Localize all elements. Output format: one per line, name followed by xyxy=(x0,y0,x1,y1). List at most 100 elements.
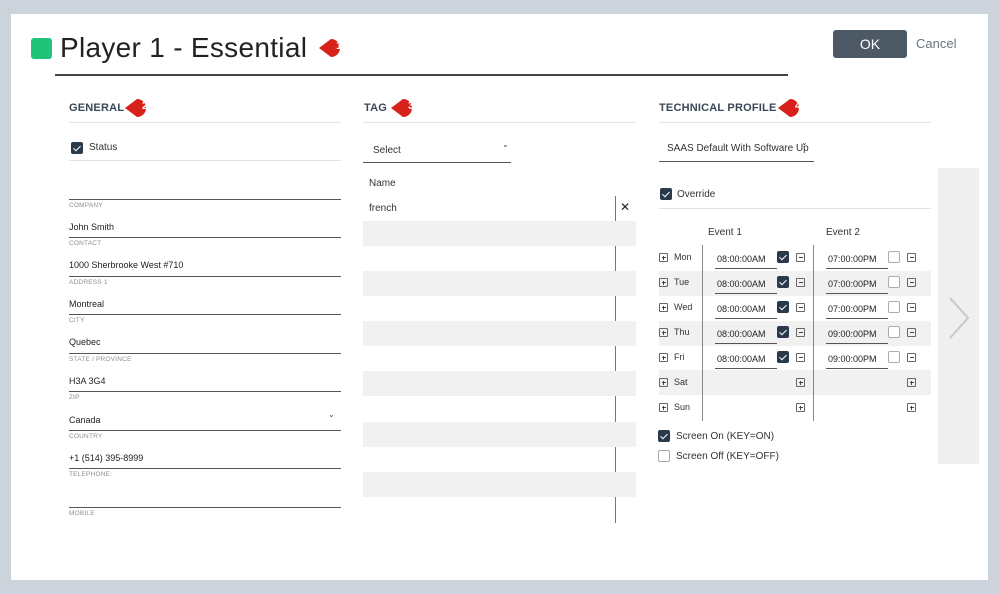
minus-square-icon[interactable] xyxy=(796,303,805,312)
event1-checkbox[interactable] xyxy=(777,301,789,313)
minus-square-icon[interactable] xyxy=(796,353,805,362)
callout-marker-3: 3 xyxy=(391,97,421,119)
plus-square-icon[interactable] xyxy=(659,378,668,387)
schedule-day: Sun xyxy=(674,402,691,412)
close-icon[interactable]: ✕ xyxy=(620,200,630,214)
chevron-down-icon[interactable]: ⌄ xyxy=(502,140,509,149)
chevron-down-icon[interactable]: ⌄ xyxy=(328,410,335,419)
address-label: ADDRESS 1 xyxy=(69,279,108,286)
event2-header: Event 2 xyxy=(826,227,860,238)
event1-time[interactable]: 08:00:00AM xyxy=(717,279,766,289)
event2-checkbox[interactable] xyxy=(888,251,900,263)
event1-checkbox[interactable] xyxy=(777,351,789,363)
contact-label: CONTACT xyxy=(69,240,102,247)
country-select[interactable]: Canada xyxy=(69,415,101,425)
event2-time[interactable]: 09:00:00PM xyxy=(828,329,877,339)
chevron-right-icon[interactable] xyxy=(946,294,972,342)
event2-checkbox[interactable] xyxy=(888,276,900,288)
country-label: COUNTRY xyxy=(69,433,103,440)
screen-on-checkbox[interactable] xyxy=(658,430,670,442)
city-field[interactable]: Montreal xyxy=(69,299,104,309)
event2-time[interactable]: 07:00:00PM xyxy=(828,279,877,289)
table-row xyxy=(363,422,636,447)
screen-off-checkbox[interactable] xyxy=(658,450,670,462)
state-label: STATE / PROVINCE xyxy=(69,356,132,363)
event1-checkbox[interactable] xyxy=(777,276,789,288)
section-title-general: GENERAL xyxy=(69,102,125,114)
callout-marker-2: 2 xyxy=(125,97,155,119)
city-underline xyxy=(69,314,341,315)
plus-square-icon[interactable] xyxy=(659,253,668,262)
schedule-day: Tue xyxy=(674,277,690,287)
country-underline xyxy=(69,430,341,431)
schedule-divider xyxy=(813,245,814,421)
tag-select[interactable]: Select xyxy=(373,145,401,156)
minus-square-icon[interactable] xyxy=(907,303,916,312)
mobile-label: MOBILE xyxy=(69,510,95,517)
plus-square-icon[interactable] xyxy=(796,403,805,412)
override-checkbox[interactable] xyxy=(660,188,672,200)
plus-square-icon[interactable] xyxy=(796,378,805,387)
time-underline xyxy=(826,318,888,319)
event1-time[interactable]: 08:00:00AM xyxy=(717,329,766,339)
event2-checkbox[interactable] xyxy=(888,326,900,338)
profile-select[interactable]: SAAS Default With Software Upd xyxy=(667,143,809,154)
minus-square-icon[interactable] xyxy=(907,253,916,262)
override-label: Override xyxy=(677,189,716,200)
event1-time[interactable]: 08:00:00AM xyxy=(717,304,766,314)
address-field[interactable]: 1000 Sherbrooke West #710 xyxy=(69,260,183,270)
chevron-down-icon[interactable]: ⌄ xyxy=(801,138,808,147)
event2-checkbox[interactable] xyxy=(888,351,900,363)
event1-time[interactable]: 08:00:00AM xyxy=(717,254,766,264)
event2-time[interactable]: 07:00:00PM xyxy=(828,304,877,314)
schedule-day: Fri xyxy=(674,352,685,362)
time-underline xyxy=(715,343,777,344)
dialog-header: Player 1 - Essential xyxy=(31,32,307,64)
time-underline xyxy=(715,293,777,294)
page-title: Player 1 - Essential xyxy=(60,32,308,63)
event1-checkbox[interactable] xyxy=(777,326,789,338)
event2-time[interactable]: 07:00:00PM xyxy=(828,254,877,264)
plus-square-icon[interactable] xyxy=(659,278,668,287)
minus-square-icon[interactable] xyxy=(796,328,805,337)
state-underline xyxy=(69,353,341,354)
divider xyxy=(659,208,931,209)
contact-field[interactable]: John Smith xyxy=(69,222,114,232)
time-underline xyxy=(826,293,888,294)
schedule-day: Sat xyxy=(674,377,688,387)
plus-square-icon[interactable] xyxy=(907,378,916,387)
profile-select-underline xyxy=(659,161,814,162)
plus-square-icon[interactable] xyxy=(659,328,668,337)
telephone-field[interactable]: +1 (514) 395-8999 xyxy=(69,453,143,463)
schedule-day: Mon xyxy=(674,252,692,262)
telephone-underline xyxy=(69,468,341,469)
company-field[interactable] xyxy=(69,199,341,200)
state-field[interactable]: Quebec xyxy=(69,337,101,347)
status-checkbox[interactable] xyxy=(71,142,83,154)
player-dialog: Player 1 - Essential 1 OK Cancel GENERAL… xyxy=(11,14,988,580)
divider xyxy=(69,122,341,123)
event1-checkbox[interactable] xyxy=(777,251,789,263)
minus-square-icon[interactable] xyxy=(907,353,916,362)
event1-header: Event 1 xyxy=(708,227,742,238)
minus-square-icon[interactable] xyxy=(796,253,805,262)
plus-square-icon[interactable] xyxy=(907,403,916,412)
cancel-button[interactable]: Cancel xyxy=(916,36,956,51)
event2-checkbox[interactable] xyxy=(888,301,900,313)
minus-square-icon[interactable] xyxy=(796,278,805,287)
mobile-field[interactable] xyxy=(69,507,341,508)
ok-button[interactable]: OK xyxy=(833,30,907,58)
zip-field[interactable]: H3A 3G4 xyxy=(69,376,106,386)
plus-square-icon[interactable] xyxy=(659,403,668,412)
tag-select-underline xyxy=(363,162,511,163)
plus-square-icon[interactable] xyxy=(659,303,668,312)
event2-time[interactable]: 09:00:00PM xyxy=(828,354,877,364)
time-underline xyxy=(826,268,888,269)
plus-square-icon[interactable] xyxy=(659,353,668,362)
minus-square-icon[interactable] xyxy=(907,278,916,287)
callout-marker-4: 4 xyxy=(778,97,808,119)
time-underline xyxy=(826,343,888,344)
table-row xyxy=(363,221,636,246)
minus-square-icon[interactable] xyxy=(907,328,916,337)
event1-time[interactable]: 08:00:00AM xyxy=(717,354,766,364)
